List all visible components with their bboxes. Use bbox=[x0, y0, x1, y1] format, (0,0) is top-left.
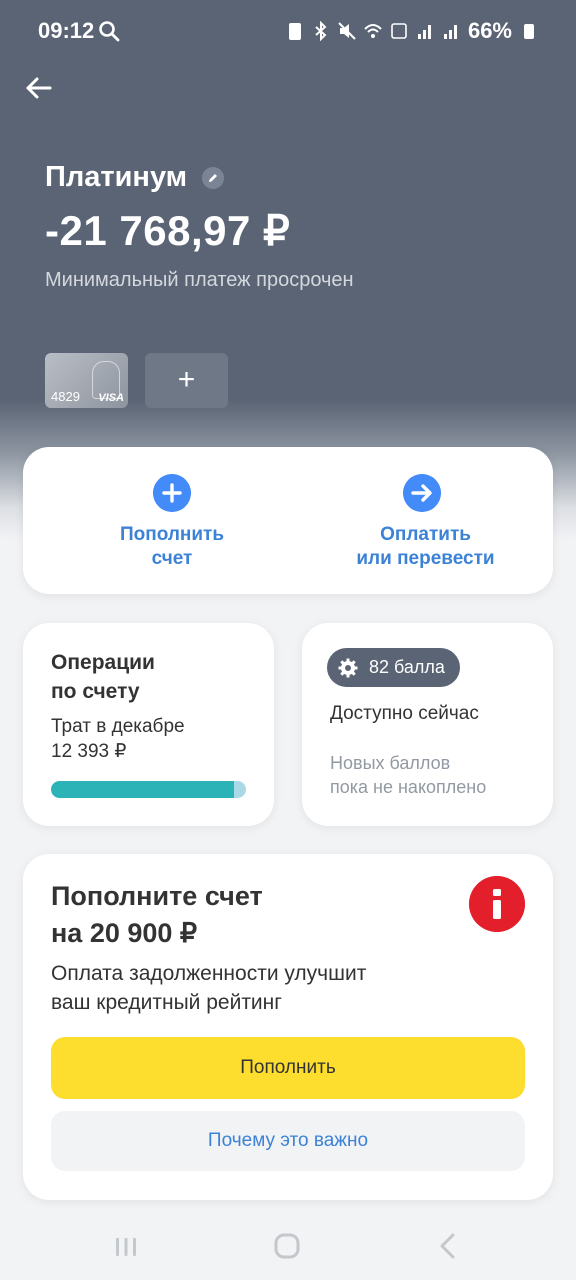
bonus-note: Новых баллов пока не накоплено bbox=[330, 751, 486, 799]
account-title: Платинум bbox=[45, 161, 188, 193]
battery-level: 66% bbox=[467, 18, 512, 43]
edit-pencil-icon[interactable] bbox=[202, 167, 224, 189]
top-up-label-line2: счет bbox=[151, 548, 193, 569]
status-time: 09:12 bbox=[38, 18, 95, 43]
back-nav-icon[interactable] bbox=[432, 1230, 464, 1262]
status-indicators: 66% bbox=[286, 18, 538, 44]
signal-2-icon bbox=[443, 25, 457, 39]
gear-badge-icon bbox=[338, 658, 358, 678]
spending-label: Трат в декабре bbox=[51, 716, 185, 737]
wifi-icon bbox=[364, 24, 382, 38]
operations-title-line2: по счету bbox=[51, 680, 140, 703]
card-last-digits: 4829 bbox=[51, 389, 80, 404]
spending-progress-bar bbox=[51, 781, 246, 798]
why-important-button[interactable]: Почему это важно bbox=[51, 1111, 525, 1171]
info-alert-icon bbox=[469, 876, 525, 932]
arrow-right-circle-icon bbox=[403, 474, 441, 512]
back-arrow-icon[interactable] bbox=[22, 70, 58, 106]
spending-progress-fill bbox=[51, 781, 235, 798]
bonus-available-label: Доступно сейчас bbox=[330, 703, 479, 724]
bonus-card[interactable]: 82 балла Доступно сейчас Новых баллов по… bbox=[302, 623, 553, 826]
pay-label-line2: или перевести bbox=[356, 548, 495, 569]
lte-icon bbox=[391, 23, 407, 39]
bonus-note-line2: пока не накоплено bbox=[330, 777, 487, 797]
battery-saver-icon bbox=[288, 23, 301, 40]
top-up-label-line1: Пополнить bbox=[119, 524, 225, 545]
operations-title: Операции по счету bbox=[51, 648, 155, 706]
status-bar: 09:12 66% bbox=[0, 0, 576, 64]
bonus-points-text: 82 балла bbox=[369, 657, 445, 677]
linked-card[interactable]: 4829 VISA bbox=[45, 353, 128, 408]
top-up-button[interactable]: Пополнить bbox=[51, 1037, 525, 1099]
topup-description: Оплата задолженности улучшит ваш кредитн… bbox=[51, 959, 491, 1017]
home-icon[interactable] bbox=[271, 1230, 303, 1262]
account-balance: -21 768,97 ₽ bbox=[45, 207, 291, 254]
pay-label-line1: Оплатить bbox=[380, 524, 471, 545]
topup-prompt-card: Пополните счет на 20 900 ₽ Оплата задолж… bbox=[23, 854, 553, 1200]
bonus-points-badge: 82 балла bbox=[327, 648, 460, 687]
operations-title-line1: Операции bbox=[51, 651, 155, 674]
system-nav-bar bbox=[0, 1212, 576, 1280]
top-up-label: Пополнить счет bbox=[43, 523, 301, 571]
operations-card[interactable]: Операции по счету Трат в декабре 12 393 … bbox=[23, 623, 274, 826]
spending-amount: 12 393 ₽ bbox=[51, 741, 127, 762]
pay-transfer-label: Оплатить или перевести bbox=[288, 523, 563, 571]
topup-title: Пополните счет на 20 900 ₽ bbox=[51, 878, 451, 952]
spending-summary: Трат в декабре 12 393 ₽ bbox=[51, 714, 185, 764]
mute-icon bbox=[338, 22, 356, 40]
bonus-note-line1: Новых баллов bbox=[330, 753, 451, 773]
card-brand: VISA bbox=[98, 392, 124, 404]
pay-transfer-action[interactable]: Оплатить или перевести bbox=[288, 447, 553, 594]
topup-desc-line1: Оплата задолженности улучшит bbox=[51, 962, 367, 985]
plus-circle-icon bbox=[153, 474, 191, 512]
bluetooth-icon bbox=[315, 21, 327, 41]
payment-status: Минимальный платеж просрочен bbox=[45, 269, 354, 291]
battery-icon bbox=[524, 24, 534, 39]
recent-apps-icon[interactable] bbox=[110, 1230, 142, 1262]
search-icon bbox=[99, 21, 120, 42]
topup-title-line2: на 20 900 ₽ bbox=[51, 918, 198, 948]
topup-desc-line2: ваш кредитный рейтинг bbox=[51, 991, 282, 1014]
quick-actions: Пополнить счет Оплатить или перевести bbox=[23, 447, 553, 594]
add-card-button[interactable]: + bbox=[145, 353, 228, 408]
top-up-action[interactable]: Пополнить счет bbox=[23, 447, 288, 594]
topup-title-line1: Пополните счет bbox=[51, 881, 263, 911]
signal-icon bbox=[417, 25, 431, 39]
